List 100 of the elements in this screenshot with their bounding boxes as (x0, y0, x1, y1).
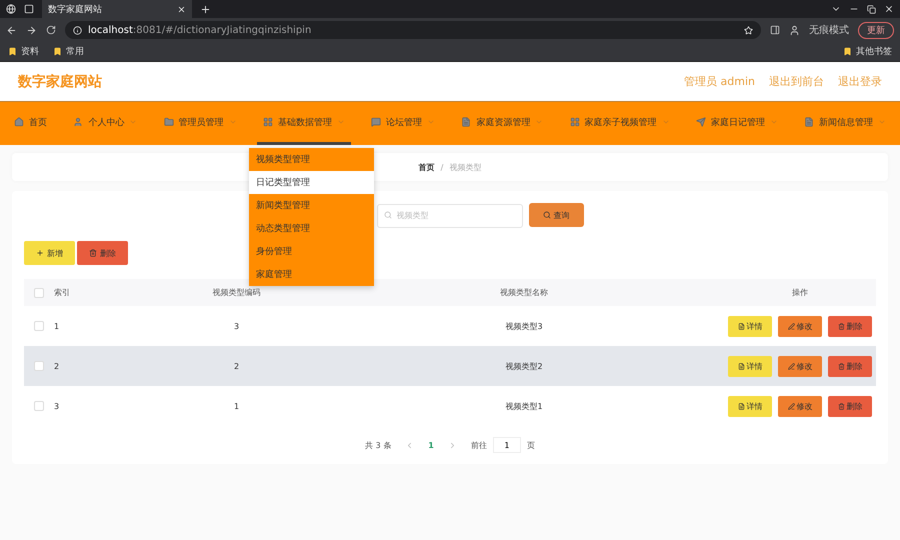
page-input[interactable]: 1 (492, 437, 521, 453)
details-button[interactable]: 详情 (728, 356, 772, 376)
trash-icon (89, 249, 97, 257)
globe-icon[interactable] (6, 4, 16, 14)
table-cell-text: 1 (232, 402, 240, 410)
pencil-icon (788, 362, 794, 370)
pencil-icon (788, 402, 794, 410)
nav-item[interactable]: 基础数据管理 (256, 102, 351, 145)
search-button[interactable]: 查询 (528, 203, 584, 227)
trash-icon (838, 362, 844, 370)
home-icon (14, 117, 24, 127)
checkbox[interactable] (34, 401, 44, 411)
address-bar[interactable]: localhost:8081/#/dictionaryJiatingqinzishipin (65, 21, 761, 39)
new-tab-icon[interactable] (200, 4, 211, 14)
table-cell-text: 1 (54, 322, 60, 330)
checkbox[interactable] (34, 361, 44, 371)
nav-item[interactable]: 新闻信息管理 (798, 102, 892, 145)
edit-button[interactable]: 修改 (778, 396, 822, 416)
delete-button[interactable]: 删除 (828, 316, 872, 336)
site-title: 数字家庭网站 (18, 72, 102, 90)
dropdown-item[interactable]: 家庭管理 (249, 263, 374, 286)
total-count: 共 3 条 (365, 440, 392, 450)
nav-item[interactable]: 论坛管理 (365, 102, 441, 145)
search-icon (542, 211, 550, 219)
edit-button[interactable]: 修改 (778, 316, 822, 336)
delete-button[interactable]: 删除 (828, 396, 872, 416)
update-button[interactable]: 更新 (858, 22, 894, 38)
bookmark[interactable]: 其他书签 (843, 45, 892, 58)
breadcrumb-separator: / (440, 162, 444, 172)
column-header: 索引 (54, 287, 71, 298)
back-icon[interactable] (6, 24, 17, 36)
folder-icon (164, 117, 174, 127)
nav-item[interactable]: 家庭日记管理 (690, 102, 784, 145)
document-icon (738, 402, 744, 410)
checkbox[interactable] (34, 288, 44, 298)
page-unit: 页 (526, 440, 535, 450)
search-icon (384, 211, 392, 219)
breadcrumb-item[interactable]: 首页 (418, 162, 435, 172)
edit-button[interactable]: 修改 (778, 356, 822, 376)
dropdown-item[interactable]: 动态类型管理 (249, 217, 374, 240)
grid-icon (570, 117, 580, 127)
restore-icon[interactable] (867, 4, 876, 14)
column-header: 操作 (791, 287, 809, 298)
profile-label: 无痕模式 (809, 24, 849, 37)
dropdown-item[interactable]: 日记类型管理 (249, 171, 374, 194)
incognito-icon (789, 24, 800, 36)
dropdown-item[interactable]: 新闻类型管理 (249, 194, 374, 217)
table-cell-text: 3 (232, 322, 240, 330)
table-cell-text: 2 (54, 362, 60, 370)
info-icon (73, 26, 82, 34)
bookmark-icon (843, 47, 852, 56)
dropdown-item[interactable]: 身份管理 (249, 240, 374, 263)
checkbox[interactable] (34, 321, 44, 331)
close-icon[interactable] (884, 4, 894, 14)
paper-plane-icon (696, 117, 706, 127)
details-button[interactable]: 详情 (728, 316, 772, 336)
bookmark[interactable]: 资料 (8, 45, 39, 58)
bookmark[interactable]: 常用 (53, 45, 84, 58)
tab-title: 数字家庭网站 (48, 4, 102, 16)
column-header: 视频类型编码 (212, 287, 262, 298)
browser-tab[interactable]: 数字家庭网站 (42, 0, 192, 18)
bookmark-icon (53, 47, 62, 56)
trash-icon (838, 402, 844, 410)
goto-label: 前往 (470, 440, 487, 450)
forward-icon[interactable] (26, 24, 37, 36)
add-button[interactable]: 新增 (24, 241, 75, 265)
details-button[interactable]: 详情 (728, 396, 772, 416)
bookmark-icon (8, 47, 17, 56)
delete-button[interactable]: 删除 (77, 241, 128, 265)
user-icon (73, 117, 84, 127)
pencil-icon (788, 322, 794, 330)
window-icon[interactable] (24, 4, 34, 14)
nav-item[interactable]: 家庭亲子视频管理 (564, 102, 676, 145)
chat-icon (371, 117, 381, 127)
table-cell-text: 3 (54, 402, 60, 410)
document-icon (738, 322, 744, 330)
dropdown-item[interactable]: 视频类型管理 (249, 148, 374, 171)
page-number[interactable]: 1 (428, 440, 434, 450)
delete-button[interactable]: 删除 (828, 356, 872, 376)
table-cell-text: 视频类型2 (504, 360, 544, 372)
nav-item[interactable]: 管理员管理 (158, 102, 242, 145)
document-icon (738, 362, 744, 370)
nav-item[interactable]: 首页 (8, 102, 53, 145)
reload-icon[interactable] (46, 25, 56, 35)
trash-icon (838, 322, 844, 330)
side-panel-icon[interactable] (770, 25, 780, 35)
table-cell-text: 2 (232, 362, 240, 370)
document-icon (804, 117, 814, 127)
breadcrumb-item: 视频类型 (449, 162, 482, 172)
grid-icon (262, 117, 273, 127)
search-field[interactable]: 视频类型 (376, 204, 522, 228)
document-icon (461, 117, 472, 127)
nav-item[interactable]: 个人中心 (67, 102, 144, 145)
table-cell-text: 视频类型3 (504, 320, 544, 332)
star-icon[interactable] (744, 26, 753, 34)
close-icon[interactable] (177, 4, 186, 14)
plus-icon (36, 249, 44, 257)
table-cell-text: 视频类型1 (504, 400, 544, 412)
column-header: 视频类型名称 (499, 287, 549, 298)
nav-item[interactable]: 家庭资源管理 (455, 102, 550, 145)
